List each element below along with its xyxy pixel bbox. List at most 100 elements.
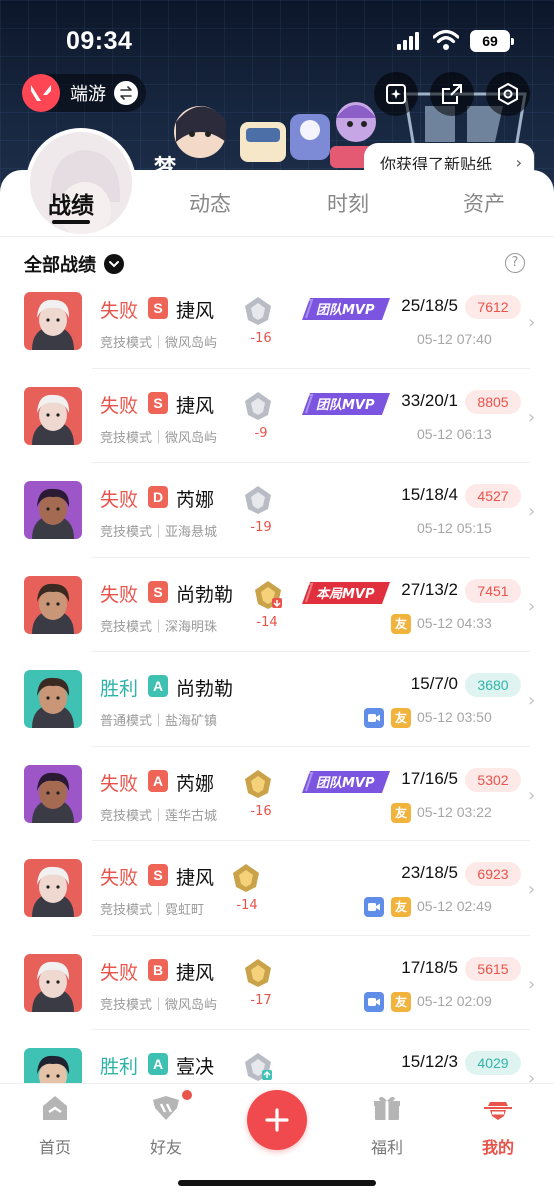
kda: 33/20/1	[401, 390, 458, 410]
agent-portrait	[24, 481, 82, 539]
rank-rating-change: -9	[254, 425, 268, 441]
video-icon	[364, 708, 384, 728]
settings-button[interactable]	[486, 72, 530, 116]
banner-artwork	[174, 102, 380, 168]
match-result: 失败	[100, 867, 139, 889]
combat-score: 7612	[465, 295, 521, 319]
friend-badge: 友	[391, 613, 411, 634]
rank-icon	[244, 296, 272, 326]
nav-home[interactable]: 首页	[15, 1092, 95, 1158]
match-mode-map: 竞技模式｜微风岛屿	[100, 336, 218, 351]
status-time: 09:34	[66, 27, 133, 55]
rank-rating-change: -19	[250, 520, 272, 535]
wifi-icon	[433, 29, 459, 50]
kda: 27/13/2	[401, 579, 458, 599]
rank-rating-change: -14	[256, 614, 278, 630]
combat-score: 7451	[465, 578, 521, 603]
chevron-right-icon: ›	[528, 501, 536, 522]
agent-portrait	[24, 386, 82, 445]
valorant-logo-icon	[22, 74, 60, 112]
match-row[interactable]: 失败 S 捷风 竞技模式｜微风岛屿 -16 团队MVP 25/18/5 7612 05-12 0…	[0, 274, 554, 369]
chevron-right-icon: ›	[528, 1068, 536, 1084]
match-grade-badge: D	[148, 486, 168, 508]
match-row[interactable]: 胜利 A 尚勃勒 普通模式｜盐海矿镇 15/7/0 3680 05-12 03:50 友 ›	[0, 652, 554, 747]
video-icon	[364, 991, 384, 1012]
agent-name: 尚勃勒	[176, 583, 234, 606]
help-icon[interactable]: ?	[505, 253, 525, 273]
chevron-right-icon: ›	[528, 784, 536, 806]
sticker-button[interactable]	[374, 72, 418, 116]
status-bar: 09:34 69	[0, 0, 554, 80]
agent-name: 捷风	[176, 867, 215, 889]
rank-icon	[244, 769, 272, 799]
tab-assets[interactable]: 资产	[434, 188, 534, 218]
create-button[interactable]	[247, 1090, 307, 1150]
match-row[interactable]: 失败 D 芮娜 竞技模式｜亚海悬城 -19 15/18/4 4527 05-12 05:15 ›	[0, 463, 554, 558]
match-result: 失败	[100, 394, 139, 417]
nav-welfare[interactable]: 福利	[347, 1092, 427, 1158]
cellular-signal-icon	[397, 32, 419, 50]
settings-hexagon-icon	[498, 82, 518, 106]
match-mode-map: 竞技模式｜微风岛屿	[100, 430, 218, 446]
chevron-down-icon	[104, 254, 124, 274]
chevron-right-icon: ›	[528, 406, 536, 428]
match-row[interactable]: 失败 S 捷风 竞技模式｜霓虹町 -14 23/18/5 6923 05-12 02:49 友 ›	[0, 841, 554, 936]
match-result: 失败	[100, 300, 139, 322]
plus-icon	[265, 1108, 289, 1132]
match-row[interactable]: 失败 A 芮娜 竞技模式｜莲华古城 -16 团队MVP 17/16/5 5302 05-12 0…	[0, 747, 554, 841]
swap-icon[interactable]	[114, 81, 138, 105]
agent-portrait	[24, 859, 82, 917]
rank-icon	[244, 1052, 272, 1082]
active-tab-indicator	[52, 220, 90, 224]
match-grade-badge: S	[148, 864, 168, 886]
tab-moments[interactable]: 时刻	[298, 188, 398, 218]
home-indicator	[178, 1180, 376, 1186]
agent-name: 壹决	[176, 1056, 215, 1078]
agent-portrait	[24, 292, 82, 350]
match-grade-badge: A	[148, 1053, 168, 1075]
app-name: 端游	[70, 84, 106, 105]
match-row[interactable]: 失败 S 尚勃勒 竞技模式｜深海明珠 -14 本局MVP 27/13/2 7451 05-12 …	[0, 558, 554, 652]
nav-friends-label: 好友	[149, 1138, 182, 1157]
rank-rating-change: -14	[236, 898, 258, 913]
match-result: 失败	[100, 772, 139, 795]
match-result: 失败	[100, 961, 139, 984]
kda: 17/18/5	[401, 957, 458, 977]
match-mode-map: 竞技模式｜莲华古城	[100, 808, 218, 824]
nav-me[interactable]: 我的	[458, 1092, 538, 1158]
match-mode-map: 普通模式｜盐海矿镇	[100, 714, 218, 729]
match-list: 失败 S 捷风 竞技模式｜微风岛屿 -16 团队MVP 25/18/5 7612 05-12 0…	[0, 274, 554, 1084]
nav-me-label: 我的	[481, 1138, 514, 1157]
chevron-right-icon: ›	[528, 595, 536, 617]
battery-indicator: 69	[470, 30, 514, 52]
agent-name: 尚勃勒	[176, 678, 234, 700]
tab-feed[interactable]: 动态	[160, 188, 260, 218]
share-button[interactable]	[430, 72, 474, 116]
combat-score: 6923	[465, 862, 521, 886]
battery-level: 69	[482, 33, 498, 49]
app-switcher[interactable]: 端游	[22, 74, 146, 112]
match-grade-badge: S	[148, 297, 168, 319]
profile-tabs: 战绩 动态 时刻 资产	[0, 170, 554, 236]
match-time: 05-12 05:15	[417, 520, 492, 536]
combat-score: 5615	[465, 956, 521, 981]
kda: 17/16/5	[401, 768, 458, 788]
agent-portrait	[24, 764, 82, 823]
home-icon	[43, 1096, 67, 1120]
match-time: 05-12 03:22	[417, 803, 492, 820]
gift-icon	[374, 1096, 400, 1120]
match-row[interactable]: 失败 B 捷风 竞技模式｜微风岛屿 -17 17/18/5 5615 05-12 02:09 友…	[0, 936, 554, 1030]
match-mode-map: 竞技模式｜深海明珠	[100, 619, 218, 635]
match-row[interactable]: 胜利 A 壹决 15/12/3 4029 ›	[0, 1030, 554, 1084]
match-time: 05-12 06:13	[417, 425, 492, 442]
match-result: 失败	[100, 489, 139, 511]
tab-record[interactable]: 战绩	[21, 186, 121, 220]
nav-friends[interactable]: 好友	[126, 1092, 206, 1158]
match-row[interactable]: 失败 S 捷风 竞技模式｜微风岛屿 -9 团队MVP 33/20/1 8805 05-12 06…	[0, 369, 554, 463]
chevron-right-icon: ›	[528, 879, 536, 900]
agent-name: 捷风	[176, 300, 215, 322]
video-icon	[364, 897, 384, 917]
nav-welfare-label: 福利	[370, 1138, 403, 1157]
share-icon	[442, 84, 462, 104]
agent-name: 芮娜	[176, 489, 215, 511]
